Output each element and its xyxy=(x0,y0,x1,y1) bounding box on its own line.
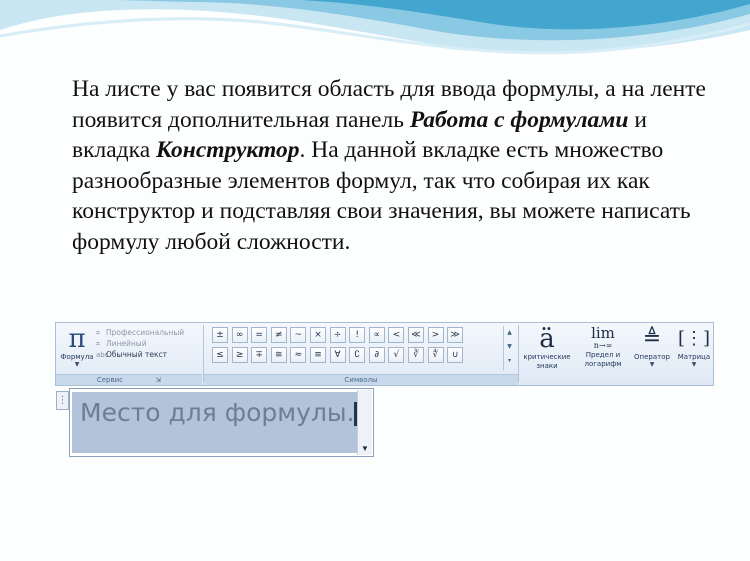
symbol-button[interactable]: ∜ xyxy=(427,347,444,363)
limit-icon: lim xyxy=(591,324,615,342)
symbol-button[interactable]: × xyxy=(309,327,326,343)
symbol-button[interactable]: ∛ xyxy=(407,347,424,363)
symbols-group-label: Символы xyxy=(204,374,518,385)
pi-icon: π xyxy=(68,324,86,354)
group-separator xyxy=(518,325,519,383)
symbol-button[interactable]: ∝ xyxy=(368,327,385,343)
symbol-button[interactable]: ∀ xyxy=(329,347,346,363)
matrix-button[interactable]: [⋮] Матрица ▼ xyxy=(674,325,714,375)
symbol-button[interactable]: ≅ xyxy=(270,347,287,363)
diacritics-button[interactable]: ä критические знаки xyxy=(520,325,574,375)
tools-options: ⌗ Профессиональный ⌗ Линейный abcОбычный т… xyxy=(96,327,196,360)
matrix-icon: [⋮] xyxy=(677,328,711,349)
symbol-button[interactable]: ∞ xyxy=(231,327,248,343)
tools-group-label: Сервис ⇲ xyxy=(56,374,202,385)
bold-term-formula-tools: Работа с формулами xyxy=(409,106,629,133)
equation-options-button[interactable]: ▼ xyxy=(357,390,372,455)
chevron-down-icon: ▼ xyxy=(691,361,697,368)
symbol-button[interactable]: ≫ xyxy=(447,327,464,343)
equation-ribbon: π Формула ▼ ⌗ Профессиональный ⌗ Линейный … xyxy=(55,322,714,386)
symbol-button[interactable]: ≈ xyxy=(290,347,307,363)
operator-button[interactable]: ≜ Оператор ▼ xyxy=(630,325,674,375)
scroll-down-icon[interactable]: ▼ xyxy=(504,340,515,354)
symbol-button[interactable]: < xyxy=(388,327,405,343)
symbol-button[interactable]: ≡ xyxy=(309,347,326,363)
diacritic-icon: ä xyxy=(539,324,555,354)
gallery-scroll: ▲ ▼ ▾ xyxy=(503,326,515,370)
slide: На листе у вас появится область для ввод… xyxy=(0,0,750,561)
symbol-button[interactable]: ≪ xyxy=(407,327,424,343)
operator-icon: ≜ xyxy=(642,326,662,351)
normal-text-icon: abc xyxy=(96,351,109,359)
symbol-button[interactable]: ∂ xyxy=(368,347,385,363)
scroll-up-icon[interactable]: ▲ xyxy=(504,326,515,340)
equation-placeholder-text: Место для формулы. xyxy=(80,398,355,427)
equation-handle[interactable]: ⋮ xyxy=(56,391,69,410)
dialog-launcher-icon[interactable]: ⇲ xyxy=(155,376,161,384)
symbol-button[interactable]: ÷ xyxy=(329,327,346,343)
symbol-button[interactable]: ∓ xyxy=(251,347,268,363)
symbol-button[interactable]: ≤ xyxy=(212,347,228,363)
chevron-down-icon: ▼ xyxy=(74,361,80,368)
option-normal-text[interactable]: abcОбычный текст xyxy=(96,349,196,360)
equation-placeholder-box[interactable]: Место для формулы. ▼ xyxy=(69,388,374,457)
symbol-button[interactable]: ≠ xyxy=(270,327,287,343)
formula-button[interactable]: π Формула ▼ xyxy=(59,325,95,373)
symbol-button[interactable]: ∁ xyxy=(349,347,366,363)
limit-sub-text: n→∞ xyxy=(593,341,613,350)
symbol-button[interactable]: ≥ xyxy=(231,347,248,363)
symbol-button[interactable]: ! xyxy=(349,327,366,343)
chevron-down-icon: ▼ xyxy=(361,444,369,453)
symbol-button[interactable]: √ xyxy=(388,347,405,363)
symbol-button[interactable]: > xyxy=(427,327,444,343)
symbols-row-2: ≤ ≥ ∓ ≅ ≈ ≡ ∀ ∁ ∂ √ ∛ ∜ ∪ xyxy=(212,347,505,365)
bold-term-designer: Конструктор xyxy=(156,137,300,163)
placeholder-selection: Место для формулы. xyxy=(72,392,358,453)
symbol-button[interactable]: = xyxy=(251,327,268,343)
option-linear[interactable]: ⌗ Линейный xyxy=(96,338,196,349)
symbol-button[interactable]: ± xyxy=(212,327,228,343)
body-paragraph: На листе у вас появится область для ввод… xyxy=(72,74,722,257)
gallery-expand-icon[interactable]: ▾ xyxy=(504,354,515,368)
limit-log-button[interactable]: lim n→∞ Предел и логарифм xyxy=(578,325,628,375)
symbols-row-1: ± ∞ = ≠ ~ × ÷! ∝ < ≪ > ≫ xyxy=(212,327,505,345)
symbol-button[interactable]: ∪ xyxy=(447,347,464,363)
symbol-button[interactable]: ~ xyxy=(290,327,307,343)
option-professional[interactable]: ⌗ Профессиональный xyxy=(96,327,196,338)
chevron-down-icon: ▼ xyxy=(649,361,655,368)
symbols-gallery: ± ∞ = ≠ ~ × ÷! ∝ < ≪ > ≫ ≤ ≥ ∓ ≅ ≈ ≡ ∀ ∁ ∂ √ ∛ ∜ ∪ xyxy=(212,327,505,367)
decorative-waves xyxy=(0,0,750,55)
